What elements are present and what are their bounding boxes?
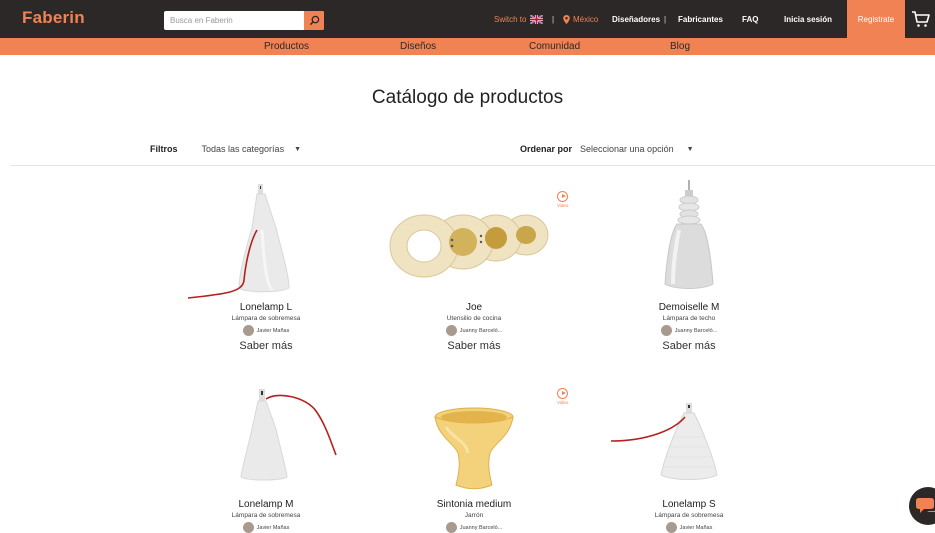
designer-name: Juanny Barceló...: [459, 524, 503, 531]
designer-name: Juanny Barceló...: [674, 327, 718, 334]
filters-label: Filtros: [150, 144, 178, 154]
video-badge[interactable]: Video: [557, 388, 568, 405]
nav-faq[interactable]: FAQ: [742, 15, 758, 24]
subnav-products[interactable]: Productos: [264, 41, 309, 52]
product-image[interactable]: [166, 180, 366, 300]
nav-manufacturers[interactable]: Fabricantes: [678, 15, 723, 24]
product-designer[interactable]: Javier Mañas: [589, 522, 789, 533]
subnav-community[interactable]: Comunidad: [529, 41, 580, 52]
chevron-down-icon: ▼: [294, 145, 301, 153]
lamp-image: [240, 389, 337, 481]
product-category: Lámpara de sobremesa: [231, 315, 301, 322]
nav-login[interactable]: Inicia sesión: [784, 15, 832, 24]
category-dropdown[interactable]: Todas las categorías ▼: [202, 144, 301, 154]
product-category: Lámpara de sobremesa: [654, 512, 724, 519]
product-card[interactable]: Demoiselle M Lámpara de techo Juanny Bar…: [589, 180, 789, 352]
product-image[interactable]: [589, 377, 789, 497]
product-name[interactable]: Lonelamp M: [166, 499, 366, 510]
product-card[interactable]: Lonelamp L Lámpara de sobremesa Javier M…: [166, 180, 366, 352]
product-designer[interactable]: Juanny Barceló...: [374, 325, 574, 336]
product-name[interactable]: Lonelamp S: [589, 499, 789, 510]
avatar: [242, 522, 254, 533]
avatar: [665, 522, 677, 533]
location-label: México: [573, 14, 599, 24]
subnav-blog[interactable]: Blog: [670, 41, 690, 52]
chat-icon: [916, 498, 935, 513]
play-icon: [557, 388, 569, 399]
location-pin-icon: [563, 14, 570, 24]
pendant-lamp-image: [664, 180, 714, 289]
sort-bar: Ordenar por Seleccionar una opción ▼: [520, 144, 694, 154]
designer-name: Javier Mañas: [256, 524, 290, 531]
avatar: [660, 325, 672, 336]
filters-bar: Filtros Todas las categorías ▼: [150, 144, 301, 154]
register-button[interactable]: Registrate: [847, 0, 905, 38]
avatar: [242, 325, 254, 336]
video-label: Video: [557, 400, 569, 405]
learn-more-link[interactable]: Saber más: [589, 340, 789, 352]
product-card[interactable]: Lonelamp S Lámpara de sobremesa Javier M…: [589, 377, 789, 533]
video-badge[interactable]: Video: [557, 191, 568, 208]
sort-label: Ordenar por: [520, 144, 573, 154]
product-designer[interactable]: Javier Mañas: [166, 522, 366, 533]
lamp-image: [187, 184, 290, 299]
switch-to-label: Switch to: [494, 14, 527, 24]
divider: |: [552, 14, 555, 24]
designer-name: Juanny Barceló...: [459, 327, 503, 334]
page-title: Catálogo de productos: [371, 87, 564, 108]
cart-icon[interactable]: [911, 9, 931, 29]
divider: |: [664, 14, 667, 24]
search-box: [164, 11, 324, 30]
subnav-designs[interactable]: Diseños: [400, 41, 436, 52]
search-icon: [309, 15, 319, 26]
chevron-down-icon: ▼: [686, 145, 694, 153]
product-name[interactable]: Demoiselle M: [589, 302, 789, 313]
product-card[interactable]: Video Sintonia medium Jarrón Juanny Barc…: [374, 377, 574, 533]
product-designer[interactable]: Javier Mañas: [166, 325, 366, 336]
lamp-image: [610, 403, 718, 480]
product-name[interactable]: Sintonia medium: [374, 499, 574, 510]
category-dropdown-value: Todas las categorías: [201, 144, 285, 154]
product-image[interactable]: Video: [374, 180, 574, 300]
product-category: Jarrón: [464, 512, 484, 519]
joe-image: [389, 214, 549, 278]
vase-image: [434, 407, 514, 490]
learn-more-link[interactable]: Saber más: [374, 340, 574, 352]
nav-designers[interactable]: Diseñadores: [612, 15, 660, 24]
sort-dropdown[interactable]: Seleccionar una opción ▼: [580, 144, 694, 154]
product-designer[interactable]: Juanny Barceló...: [374, 522, 574, 533]
faberin-logo[interactable]: Faberin: [22, 8, 85, 28]
product-name[interactable]: Joe: [374, 302, 574, 313]
location-selector[interactable]: México: [563, 0, 598, 38]
search-input[interactable]: [164, 11, 304, 30]
language-switch[interactable]: Switch to: [494, 0, 544, 38]
uk-flag-icon: [530, 14, 544, 24]
sort-dropdown-value: Seleccionar una opción: [580, 144, 674, 154]
chat-button[interactable]: [909, 487, 935, 525]
designer-name: Javier Mañas: [679, 524, 713, 531]
product-designer[interactable]: Juanny Barceló...: [589, 325, 789, 336]
designer-name: Javier Mañas: [256, 327, 290, 334]
play-icon: [557, 191, 569, 202]
divider-line: [10, 165, 935, 166]
product-category: Utensilio de cocina: [446, 315, 502, 322]
product-image[interactable]: [589, 180, 789, 300]
learn-more-link[interactable]: Saber más: [166, 340, 366, 352]
video-label: Video: [557, 203, 569, 208]
category-nav: Productos Diseños Comunidad Blog: [0, 38, 935, 55]
avatar: [445, 325, 457, 336]
product-image[interactable]: Video: [374, 377, 574, 497]
avatar: [445, 522, 457, 533]
product-category: Lámpara de sobremesa: [231, 512, 301, 519]
top-bar: Faberin Switch to | México Diseñadores: [0, 0, 935, 38]
product-category: Lámpara de techo: [662, 315, 716, 322]
product-image[interactable]: [166, 377, 366, 497]
product-card[interactable]: Video Joe Utensilio de cocina Juanny Bar…: [374, 180, 574, 352]
search-button[interactable]: [304, 11, 324, 30]
product-name[interactable]: Lonelamp L: [166, 302, 366, 313]
product-card[interactable]: Lonelamp M Lámpara de sobremesa Javier M…: [166, 377, 366, 533]
